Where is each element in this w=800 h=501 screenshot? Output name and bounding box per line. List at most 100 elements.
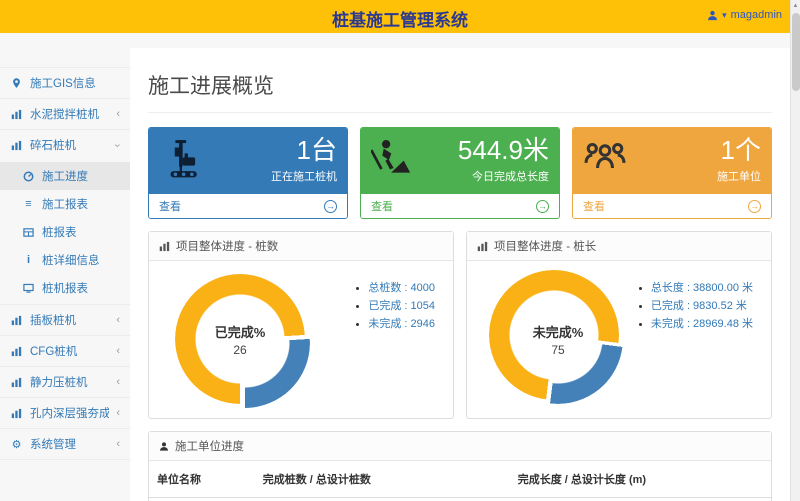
panel-heading: 项目整体进度 - 桩数 (149, 232, 453, 261)
column-header-length: 完成长度 / 总设计长度 (m) (510, 461, 771, 498)
stat-card-active-rigs: 1台 正在施工桩机 查看 → (148, 127, 348, 219)
chevron-down-icon: ‹ (113, 143, 124, 147)
stat-caption: 施工单位 (717, 168, 761, 184)
cell-pile-count: 1054 / 4000 (255, 498, 510, 501)
chevron-left-icon: ‹ (116, 109, 120, 120)
bar-chart-icon (10, 315, 23, 326)
sidebar-item-label: 施工GIS信息 (30, 75, 96, 91)
arrow-circle-right-icon[interactable]: → (324, 200, 337, 213)
sidebar-item-label: 水泥搅拌桩机 (30, 106, 99, 122)
panel-title: 项目整体进度 - 桩数 (176, 238, 278, 254)
sidebar-subitem-construction-report[interactable]: ≡ 施工报表 (0, 190, 130, 218)
stat-card-units: 1个 施工单位 查看 → (572, 127, 772, 219)
sidebar-item-gis-info[interactable]: 施工GIS信息 (0, 67, 130, 99)
gear-icon: ⚙ (10, 438, 23, 451)
panel-pile-count-progress: 项目整体进度 - 桩数 已完成% 26 总桩数 : 4000 已完成 : 105… (148, 231, 454, 419)
view-link-label: 查看 (371, 198, 393, 214)
page-title: 施工进展概览 (148, 62, 772, 113)
legend-item: 总长度 : 38800.00 米 (651, 279, 753, 297)
stat-card-view-link[interactable]: 查看 → (361, 194, 559, 218)
sidebar-subitem-rig-report[interactable]: 桩机报表 (0, 274, 130, 302)
donut-chart-pile-length: 未完成% 75 (493, 274, 623, 404)
sidebar-item-static-pressure-pile[interactable]: 静力压桩机 ‹ (0, 367, 130, 398)
panel-body: 已完成% 26 总桩数 : 4000 已完成 : 1054 未完成 : 2946 (149, 261, 453, 418)
app-header: 桩基施工管理系统 ▾ magadmin (0, 0, 800, 33)
sidebar-item-label: 系统管理 (30, 436, 76, 452)
stat-card-body: 1台 正在施工桩机 (149, 128, 347, 194)
stat-caption: 今日完成总长度 (472, 168, 549, 184)
panel-unit-progress: 施工单位进度 单位名称 完成桩数 / 总设计桩数 完成长度 / 总设计长度 (m… (148, 431, 772, 501)
sidebar-item-label: 碎石桩机 (30, 137, 76, 153)
table-icon (22, 227, 35, 238)
sidebar-subitem-pile-report[interactable]: 桩报表 (0, 218, 130, 246)
panel-title: 施工单位进度 (175, 438, 244, 454)
sidebar: 施工GIS信息 水泥搅拌桩机 ‹ 碎石桩机 ‹ 施工进度 ≡ (0, 33, 130, 501)
column-header-unit-name: 单位名称 (149, 461, 255, 498)
pile-driver-icon (159, 139, 205, 184)
unit-progress-table: 单位名称 完成桩数 / 总设计桩数 完成长度 / 总设计长度 (m) 1054 … (149, 461, 771, 501)
bar-chart-icon (10, 377, 23, 388)
sidebar-item-label: 插板桩机 (30, 312, 76, 328)
sidebar-subitem-label: 桩报表 (42, 224, 77, 240)
view-link-label: 查看 (159, 198, 181, 214)
map-marker-icon (10, 77, 23, 89)
panel-body: 未完成% 75 总长度 : 38800.00 米 已完成 : 9830.52 米… (467, 261, 771, 418)
desktop-icon (22, 283, 35, 294)
panel-heading: 项目整体进度 - 桩长 (467, 232, 771, 261)
sidebar-subitem-label: 桩机报表 (42, 280, 88, 296)
sidebar-subitem-label: 施工报表 (42, 196, 88, 212)
arrow-circle-right-icon[interactable]: → (748, 200, 761, 213)
panel-title: 项目整体进度 - 桩长 (494, 238, 596, 254)
stat-value: 544.9米 (458, 130, 549, 167)
chevron-left-icon: ‹ (116, 346, 120, 357)
app-title: 桩基施工管理系统 (0, 6, 800, 31)
stat-card-today-length: 544.9米 今日完成总长度 查看 → (360, 127, 560, 219)
sidebar-item-ddc-pile[interactable]: 孔内深层强夯成桩机 ‹ (0, 398, 130, 429)
chevron-left-icon: ‹ (116, 377, 120, 388)
table-row: 1054 / 4000 9831 / 38800 (149, 498, 771, 501)
chevron-left-icon: ‹ (116, 315, 120, 326)
legend-item: 未完成 : 2946 (368, 315, 435, 333)
vertical-scrollbar[interactable]: ▲ (790, 0, 800, 501)
sidebar-item-system-settings[interactable]: ⚙ 系统管理 ‹ (0, 429, 130, 460)
stat-card-view-link[interactable]: 查看 → (149, 194, 347, 218)
legend-item: 总桩数 : 4000 (368, 279, 435, 297)
column-header-pile-count: 完成桩数 / 总设计桩数 (255, 461, 510, 498)
bar-chart-icon (10, 140, 23, 151)
donut-chart-pile-count: 已完成% 26 (175, 274, 305, 404)
cell-unit-name (149, 498, 255, 501)
cell-length: 9831 / 38800 (510, 498, 771, 501)
chart-legend: 总桩数 : 4000 已完成 : 1054 未完成 : 2946 (354, 279, 435, 333)
chart-panels-row: 项目整体进度 - 桩数 已完成% 26 总桩数 : 4000 已完成 : 105… (148, 231, 772, 419)
stat-caption: 正在施工桩机 (271, 168, 337, 184)
sidebar-item-label: 孔内深层强夯成桩机 (30, 405, 109, 421)
table-header-row: 单位名称 完成桩数 / 总设计桩数 完成长度 / 总设计长度 (m) (149, 461, 771, 498)
scrollbar-thumb[interactable] (792, 13, 800, 91)
donut-center-text: 已完成% (215, 322, 266, 341)
sidebar-subitem-construction-progress[interactable]: 施工进度 (0, 162, 130, 190)
username: magadmin (731, 9, 782, 21)
info-icon: i (22, 254, 35, 266)
bar-chart-icon (477, 241, 488, 252)
list-icon: ≡ (22, 198, 35, 210)
arrow-circle-right-icon[interactable]: → (536, 200, 549, 213)
sidebar-item-cement-mixing-pile[interactable]: 水泥搅拌桩机 ‹ (0, 99, 130, 130)
legend-item: 已完成 : 9830.52 米 (651, 297, 753, 315)
person-icon (159, 441, 169, 452)
donut-center-text: 未完成% (533, 322, 584, 341)
panel-pile-length-progress: 项目整体进度 - 桩长 未完成% 75 总长度 : 38800.00 米 已完成… (466, 231, 772, 419)
sidebar-submenu-gravel-pile: 施工进度 ≡ 施工报表 桩报表 i 桩详细信息 桩机报表 (0, 160, 130, 305)
sidebar-subitem-label: 施工进度 (42, 168, 88, 184)
sidebar-item-gravel-pile[interactable]: 碎石桩机 ‹ (0, 130, 130, 160)
stat-card-body: 544.9米 今日完成总长度 (361, 128, 559, 194)
stat-card-view-link[interactable]: 查看 → (573, 194, 771, 218)
scrollbar-up-button[interactable]: ▲ (791, 0, 800, 12)
people-group-icon (583, 139, 627, 180)
sidebar-item-cfg-pile[interactable]: CFG桩机 ‹ (0, 336, 130, 367)
sidebar-item-sheet-pile[interactable]: 插板桩机 ‹ (0, 305, 130, 336)
chart-legend: 总长度 : 38800.00 米 已完成 : 9830.52 米 未完成 : 2… (637, 279, 753, 333)
sidebar-subitem-pile-details[interactable]: i 桩详细信息 (0, 246, 130, 274)
stat-value: 1台 (297, 130, 337, 167)
user-menu[interactable]: ▾ magadmin (707, 9, 782, 21)
legend-item: 未完成 : 28969.48 米 (651, 315, 753, 333)
